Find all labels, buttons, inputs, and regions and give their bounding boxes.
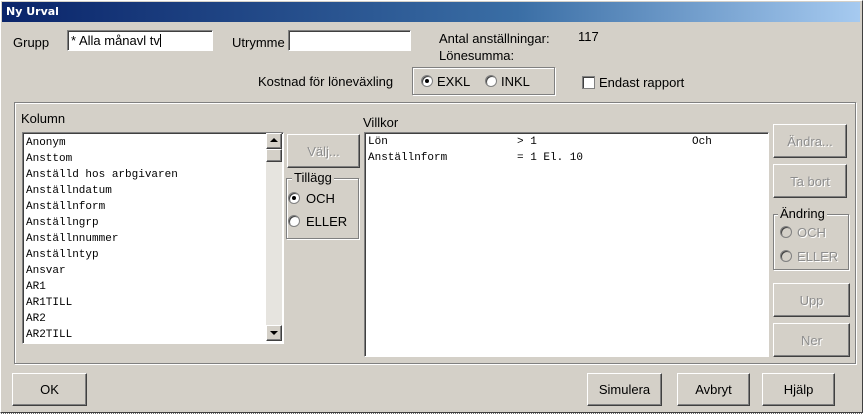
dialog-window: Ny Urval Grupp * Alla månavl tv Utrymme …: [0, 0, 863, 414]
list-item[interactable]: AR2: [26, 311, 46, 327]
andring-eller-label: ELLER: [797, 249, 839, 264]
andring-och-radio[interactable]: [780, 226, 792, 238]
tillagg-label: Tillägg: [292, 170, 334, 185]
tillagg-och-radio[interactable]: [288, 192, 300, 204]
inkl-label: INKL: [501, 74, 530, 89]
scroll-up-button[interactable]: [266, 133, 282, 149]
villkor-row-condition[interactable]: > 1: [517, 134, 537, 150]
kostnad-label: Kostnad för löneväxling: [258, 74, 394, 89]
ner-button[interactable]: Ner: [773, 323, 850, 357]
list-item[interactable]: Anställnform: [26, 199, 105, 215]
tillagg-eller-label: ELLER: [306, 214, 348, 229]
villkor-row-condition[interactable]: = 1 El. 10: [517, 150, 583, 166]
exkl-label: EXKL: [437, 74, 471, 89]
list-item[interactable]: Anonym: [26, 135, 66, 151]
villkor-list[interactable]: Lön > 1 Och Anställnform = 1 El. 10: [364, 132, 769, 357]
grupp-field[interactable]: * Alla månavl tv: [67, 30, 213, 51]
utrymme-field[interactable]: [288, 30, 411, 51]
utrymme-label: Utrymme: [232, 35, 285, 50]
upp-button[interactable]: Upp: [773, 283, 850, 317]
arrow-down-icon: [270, 331, 278, 335]
kolumn-scrollbar[interactable]: [266, 133, 282, 341]
ta-bort-button[interactable]: Ta bort: [773, 164, 847, 198]
kolumn-label: Kolumn: [21, 111, 66, 126]
scroll-down-button[interactable]: [266, 325, 282, 341]
endast-rapport-checkbox[interactable]: [582, 76, 595, 89]
andra-button[interactable]: Ändra...: [773, 124, 847, 158]
villkor-label: Villkor: [363, 115, 399, 130]
list-item[interactable]: Anställntyp: [26, 247, 99, 263]
antal-anstallningar-value: 117: [578, 29, 599, 44]
list-item[interactable]: Ansttom: [26, 151, 72, 167]
avbryt-button[interactable]: Avbryt: [677, 373, 750, 406]
villkor-row-connector[interactable]: Och: [692, 134, 712, 150]
list-item[interactable]: Ansvar: [26, 263, 66, 279]
andring-eller-radio[interactable]: [780, 250, 792, 262]
list-item[interactable]: AR2TILL: [26, 327, 72, 343]
hjalp-button[interactable]: Hjälp: [762, 373, 835, 406]
simulera-button[interactable]: Simulera: [587, 373, 662, 406]
list-item[interactable]: Anställnnummer: [26, 231, 118, 247]
villkor-row-field[interactable]: Lön: [368, 134, 388, 150]
tillagg-och-label: OCH: [306, 191, 335, 206]
tillagg-group: [286, 178, 359, 239]
list-item[interactable]: Anställndatum: [26, 183, 112, 199]
list-item[interactable]: Anställd hos arbgivaren: [26, 167, 178, 183]
inkl-radio[interactable]: [485, 75, 497, 87]
list-item[interactable]: AR1TILL: [26, 295, 72, 311]
kostnad-radio-group: [412, 67, 555, 95]
antal-anstallningar-label: Antal anställningar:: [439, 31, 550, 46]
exkl-radio[interactable]: [421, 75, 433, 87]
window-title: Ny Urval: [2, 2, 860, 22]
list-item[interactable]: AR1: [26, 279, 46, 295]
list-item[interactable]: Anställngrp: [26, 215, 99, 231]
lonesumma-label: Lönesumma:: [439, 48, 515, 63]
arrow-up-icon: [270, 138, 278, 142]
andring-och-label: OCH: [797, 225, 826, 240]
ok-button[interactable]: OK: [12, 373, 87, 406]
endast-rapport-label: Endast rapport: [599, 75, 685, 90]
grupp-label: Grupp: [13, 35, 50, 50]
villkor-row-field[interactable]: Anställnform: [368, 150, 447, 166]
valj-button[interactable]: Välj...: [287, 134, 360, 168]
kolumn-list[interactable]: Anonym Ansttom Anställd hos arbgivaren A…: [22, 132, 284, 344]
tillagg-eller-radio[interactable]: [288, 215, 300, 227]
scroll-thumb[interactable]: [266, 149, 282, 162]
text-caret: [159, 34, 161, 47]
andring-label: Ändring: [778, 206, 827, 221]
